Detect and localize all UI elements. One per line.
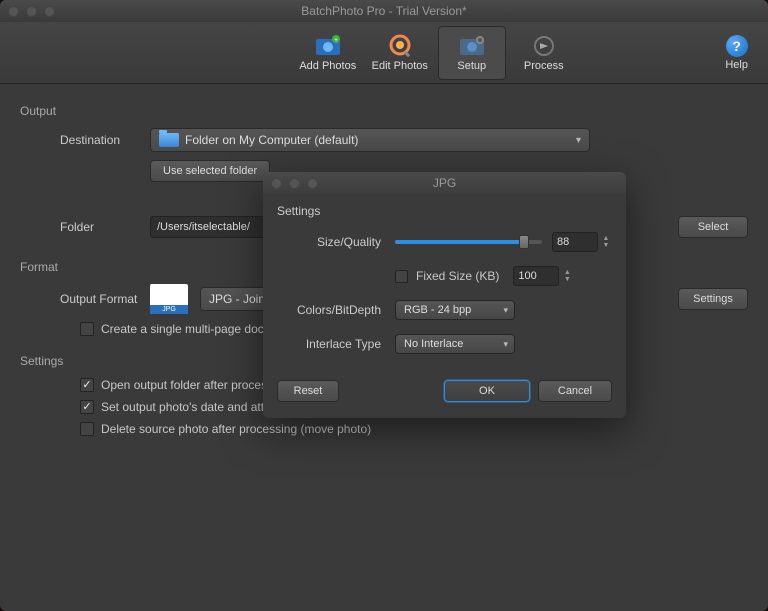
help-icon: ?	[726, 35, 748, 57]
same-attrs-checkbox[interactable]	[80, 400, 94, 414]
quality-step-down[interactable]: ▼	[600, 242, 612, 249]
fixed-size-spinner[interactable]: 100	[513, 266, 559, 286]
chevron-down-icon: ▾	[576, 135, 581, 146]
slider-fill	[395, 240, 524, 244]
fixed-size-step-down[interactable]: ▼	[561, 276, 573, 283]
toolbar-edit-photos[interactable]: Edit Photos	[366, 26, 434, 80]
interlace-label: Interlace Type	[277, 337, 395, 351]
output-format-label: Output Format	[20, 292, 150, 306]
dialog-title: JPG	[263, 176, 626, 190]
setup-icon	[458, 34, 486, 58]
window-title: BatchPhoto Pro - Trial Version*	[0, 4, 768, 18]
colors-label: Colors/BitDepth	[277, 303, 395, 317]
destination-label: Destination	[20, 133, 150, 147]
size-quality-label: Size/Quality	[277, 235, 395, 249]
colors-select[interactable]: RGB - 24 bpp ▾	[395, 300, 515, 320]
quality-spinner[interactable]: 88	[552, 232, 598, 252]
toolbar-setup[interactable]: Setup	[438, 26, 506, 80]
ok-button[interactable]: OK	[444, 380, 530, 402]
folder-label: Folder	[20, 220, 150, 234]
open-output-label: Open output folder after processing	[101, 378, 289, 392]
jpg-format-icon	[150, 284, 188, 314]
delete-source-checkbox[interactable]	[80, 422, 94, 436]
delete-source-label: Delete source photo after processing (mo…	[101, 422, 371, 436]
fixed-size-step-up[interactable]: ▲	[561, 269, 573, 276]
toolbar-setup-label: Setup	[457, 60, 486, 72]
output-heading: Output	[20, 104, 748, 118]
folder-icon	[159, 133, 179, 147]
format-settings-button[interactable]: Settings	[678, 288, 748, 310]
quality-value: 88	[557, 236, 569, 248]
toolbar-process[interactable]: Process	[510, 26, 578, 80]
interlace-select[interactable]: No Interlace ▾	[395, 334, 515, 354]
toolbar-help-label: Help	[725, 59, 748, 71]
dialog-section-heading: Settings	[277, 204, 612, 218]
use-selected-folder-button[interactable]: Use selected folder	[150, 160, 270, 182]
open-output-checkbox[interactable]	[80, 378, 94, 392]
reset-button[interactable]: Reset	[277, 380, 339, 402]
toolbar-add-photos[interactable]: + Add Photos	[294, 26, 362, 80]
toolbar-edit-photos-label: Edit Photos	[372, 60, 428, 72]
single-multipage-label: Create a single multi-page docume	[101, 322, 287, 336]
chevron-down-icon: ▾	[503, 339, 508, 350]
cancel-button[interactable]: Cancel	[538, 380, 612, 402]
toolbar-process-label: Process	[524, 60, 564, 72]
fixed-size-value: 100	[518, 270, 536, 282]
quality-slider[interactable]	[395, 240, 542, 244]
fixed-size-checkbox[interactable]	[395, 270, 408, 283]
select-folder-button[interactable]: Select	[678, 216, 748, 238]
main-window: BatchPhoto Pro - Trial Version* + Add Ph…	[0, 0, 768, 611]
fixed-size-label: Fixed Size (KB)	[416, 269, 499, 283]
add-photos-icon: +	[314, 34, 342, 58]
interlace-value: No Interlace	[404, 338, 463, 350]
destination-dropdown[interactable]: Folder on My Computer (default) ▾	[150, 128, 590, 152]
colors-value: RGB - 24 bpp	[404, 304, 471, 316]
process-icon	[530, 34, 558, 58]
quality-step-up[interactable]: ▲	[600, 235, 612, 242]
toolbar: + Add Photos Edit Photos Setup	[0, 22, 768, 84]
svg-text:+: +	[334, 37, 338, 44]
titlebar: BatchPhoto Pro - Trial Version*	[0, 0, 768, 22]
chevron-down-icon: ▾	[503, 305, 508, 316]
single-multipage-checkbox[interactable]	[80, 322, 94, 336]
edit-photos-icon	[386, 34, 414, 58]
toolbar-help[interactable]: ? Help	[725, 35, 748, 71]
dialog-titlebar: JPG	[263, 172, 626, 194]
destination-value: Folder on My Computer (default)	[185, 133, 358, 147]
toolbar-add-photos-label: Add Photos	[299, 60, 356, 72]
jpg-settings-dialog: JPG Settings Size/Quality 88 ▲ ▼	[263, 172, 626, 418]
slider-thumb[interactable]	[519, 235, 529, 249]
